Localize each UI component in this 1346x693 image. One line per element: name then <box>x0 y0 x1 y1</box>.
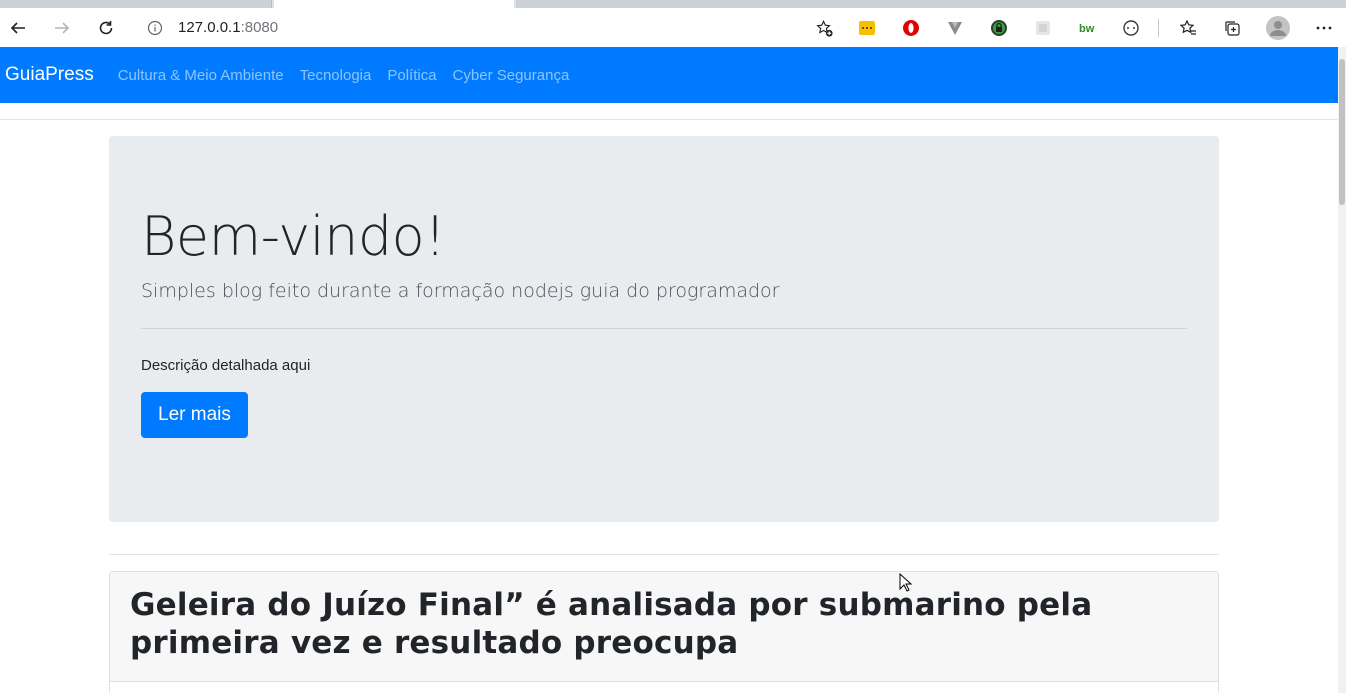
toolbar-separator <box>1158 18 1159 37</box>
jumbotron-description: Descrição detalhada aqui <box>141 356 311 374</box>
profile-icon[interactable] <box>1265 15 1291 41</box>
jumbotron-lead: Simples blog feito durante a formação no… <box>141 279 780 302</box>
bw-extension-icon[interactable]: bw <box>1076 17 1098 39</box>
nav-link-politica[interactable]: Política <box>387 67 436 84</box>
jumbotron-title: Bem-vindo! <box>141 205 446 268</box>
nav-link-tecnologia[interactable]: Tecnologia <box>300 67 372 84</box>
favorites-icon[interactable] <box>1177 17 1199 39</box>
url-text: 127.0.0.1:8080 <box>178 19 278 36</box>
jumbotron: Bem-vindo! Simples blog feito durante a … <box>109 136 1219 522</box>
nav-link-cyber-seguranca[interactable]: Cyber Segurança <box>453 67 570 84</box>
yellow-note-extension-icon[interactable] <box>856 17 878 39</box>
active-tab[interactable] <box>274 0 514 8</box>
navbar-brand[interactable]: GuiaPress <box>5 64 94 86</box>
url-host: 127.0.0.1 <box>178 19 241 36</box>
tab-strip <box>0 0 1346 8</box>
arrow-right-icon <box>55 21 70 34</box>
address-bar[interactable]: 127.0.0.1:8080 <box>134 12 842 43</box>
nav-link-cultura[interactable]: Cultura & Meio Ambiente <box>118 67 284 84</box>
read-more-button[interactable]: Ler mais <box>141 391 248 438</box>
more-icon[interactable] <box>1313 17 1335 39</box>
star-plus-icon[interactable] <box>814 18 834 38</box>
inactive-tab[interactable] <box>516 0 1346 8</box>
article-card: Geleira do Juízo Final” é analisada por … <box>109 571 1219 693</box>
divider <box>109 554 1219 555</box>
gray-v-extension-icon[interactable] <box>944 17 966 39</box>
forward-button[interactable] <box>48 14 76 42</box>
back-button[interactable] <box>4 14 32 42</box>
page-viewport: GuiaPress Cultura & Meio Ambiente Tecnol… <box>0 47 1338 693</box>
article-title[interactable]: Geleira do Juízo Final” é analisada por … <box>130 587 1198 663</box>
info-icon[interactable] <box>146 19 164 37</box>
svg-text:bw: bw <box>1079 23 1095 35</box>
browser-toolbar: 127.0.0.1:8080 bw <box>0 8 1346 47</box>
site-navbar: GuiaPress Cultura & Meio Ambiente Tecnol… <box>0 47 1338 103</box>
reload-button[interactable] <box>92 14 120 42</box>
divider <box>0 119 1338 120</box>
puzzle-extension-icon[interactable] <box>1032 17 1054 39</box>
page-scrollbar[interactable] <box>1338 47 1346 693</box>
inactive-tab[interactable] <box>0 0 272 8</box>
scrollbar-thumb[interactable] <box>1339 59 1345 205</box>
collections-icon[interactable] <box>1221 17 1243 39</box>
circle-dots-extension-icon[interactable] <box>1120 17 1142 39</box>
mouse-cursor-icon <box>899 573 913 592</box>
reload-icon <box>99 20 113 34</box>
jumbotron-divider <box>141 327 1187 329</box>
green-lock-extension-icon[interactable] <box>988 17 1010 39</box>
article-card-header: Geleira do Juízo Final” é analisada por … <box>110 572 1218 682</box>
extensions-area: bw <box>856 8 1346 47</box>
opera-red-extension-icon[interactable] <box>900 17 922 39</box>
url-port: :8080 <box>240 19 279 36</box>
arrow-left-icon <box>10 21 25 34</box>
